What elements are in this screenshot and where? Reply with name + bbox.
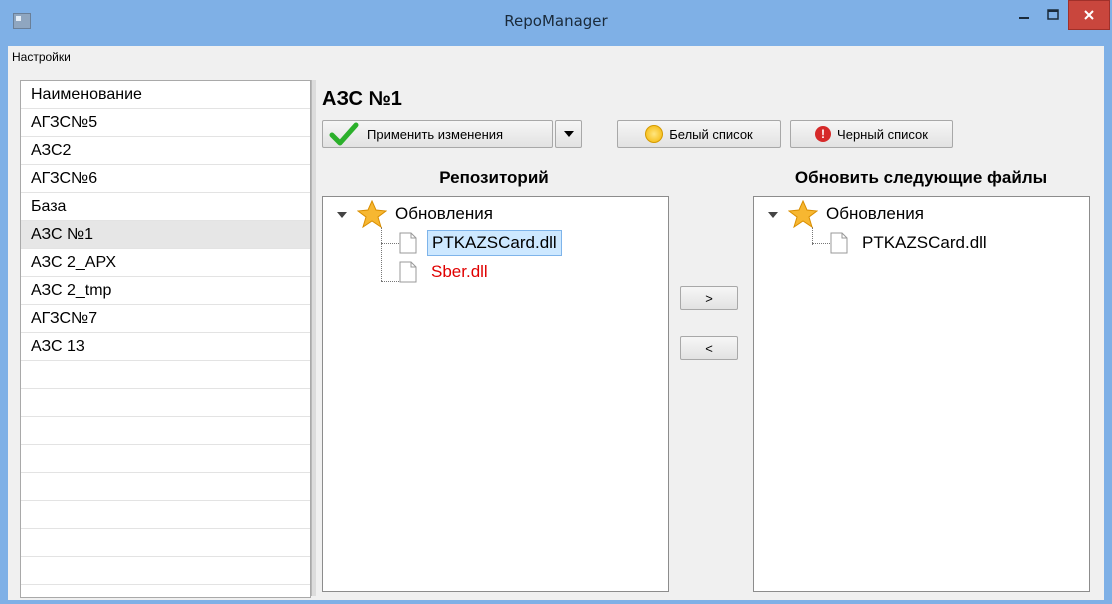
window-title: RepoManager: [504, 12, 608, 30]
empty-row: [21, 529, 310, 557]
list-item-label: АЗС 13: [31, 338, 85, 355]
update-files-header: Обновить следующие файлы: [794, 168, 1048, 187]
tree-root-updates[interactable]: Обновления: [337, 200, 493, 228]
alert-icon: !: [815, 126, 832, 142]
list-item-label: База: [31, 198, 67, 215]
maximize-button[interactable]: [1040, 0, 1066, 30]
list-item-label: АГЗС№5: [31, 114, 98, 131]
repository-header: Репозиторий: [439, 168, 549, 187]
update-files-tree[interactable]: Обновления PTKAZSCard.dll: [753, 196, 1090, 592]
apply-changes-label: Применить изменения: [367, 126, 504, 142]
station-item-azs2[interactable]: АЗС2: [21, 137, 310, 165]
menu-settings[interactable]: Настройки: [12, 50, 71, 64]
file-icon: [399, 261, 417, 283]
empty-row: [21, 557, 310, 585]
black-list-label: Черный список: [837, 126, 928, 142]
empty-row: [21, 389, 310, 417]
close-button[interactable]: [1068, 0, 1110, 30]
app-window: RepoManager Настройки Наименование АГЗС№…: [0, 0, 1112, 604]
column-header-label: Наименование: [31, 86, 142, 103]
list-item-label: АГЗС№7: [31, 310, 98, 327]
station-item-agzs6[interactable]: АГЗС№6: [21, 165, 310, 193]
station-list-header[interactable]: Наименование: [21, 81, 310, 109]
empty-row: [21, 361, 310, 389]
file-icon: [399, 232, 417, 254]
station-item-baza[interactable]: База: [21, 193, 310, 221]
tree-connector: [381, 243, 399, 244]
menu-bar: Настройки: [8, 46, 1104, 71]
list-item-label: АЗС 2_АРХ: [31, 254, 117, 271]
empty-row: [21, 585, 310, 597]
file-label: Sber.dll: [431, 262, 488, 281]
tree-root-label: Обновления: [826, 204, 924, 223]
station-item-azs2-arh[interactable]: АЗС 2_АРХ: [21, 249, 310, 277]
sun-icon: [645, 125, 664, 143]
list-item-label: АГЗС№6: [31, 170, 98, 187]
empty-row: [21, 445, 310, 473]
tree-file-ptkazscard[interactable]: PTKAZSCard.dll: [830, 230, 991, 256]
tree-root-label: Обновления: [395, 204, 493, 223]
station-item-azs1[interactable]: АЗС №1: [21, 221, 310, 249]
station-item-azs2-tmp[interactable]: АЗС 2_tmp: [21, 277, 310, 305]
tree-file-sber[interactable]: Sber.dll: [399, 259, 492, 285]
file-icon: [830, 232, 848, 254]
tree-file-ptkazscard[interactable]: PTKAZSCard.dll: [399, 230, 562, 256]
black-list-button[interactable]: ! Черный список: [790, 120, 953, 148]
star-icon: [788, 200, 818, 228]
minimize-button[interactable]: [1010, 0, 1038, 30]
tree-connector: [381, 281, 399, 282]
file-label: PTKAZSCard.dll: [862, 233, 987, 252]
repository-tree[interactable]: Обновления PTKAZSCard.dll Sber.dll: [322, 196, 669, 592]
expand-arrow-icon[interactable]: [337, 212, 347, 218]
white-list-button[interactable]: Белый список: [617, 120, 781, 148]
title-bar[interactable]: RepoManager: [0, 0, 1112, 44]
empty-row: [21, 417, 310, 445]
expand-arrow-icon[interactable]: [768, 212, 778, 218]
add-to-update-button[interactable]: >: [680, 286, 738, 310]
empty-row: [21, 473, 310, 501]
maximize-icon: [1047, 9, 1059, 20]
remove-from-update-button[interactable]: <: [680, 336, 738, 360]
splitter[interactable]: [311, 80, 316, 596]
chevron-down-icon: [563, 131, 574, 137]
station-item-agzs7[interactable]: АГЗС№7: [21, 305, 310, 333]
station-item-azs13[interactable]: АЗС 13: [21, 333, 310, 361]
list-item-label: АЗС №1: [31, 226, 94, 243]
white-list-label: Белый список: [669, 126, 753, 142]
apply-changes-button[interactable]: Применить изменения: [322, 120, 553, 148]
station-item-agzs5[interactable]: АГЗС№5: [21, 109, 310, 137]
page-title: АЗС №1: [322, 88, 402, 110]
tree-connector: [381, 227, 382, 281]
tree-connector: [812, 243, 830, 244]
list-item-label: АЗС2: [31, 142, 72, 159]
station-list[interactable]: Наименование АГЗС№5 АЗС2 АГЗС№6 База АЗС…: [20, 80, 311, 598]
tree-root-updates[interactable]: Обновления: [768, 200, 924, 228]
close-icon: [1084, 10, 1094, 20]
star-icon: [357, 200, 387, 228]
checkmark-icon: [329, 122, 359, 146]
minimize-icon: [1019, 17, 1029, 19]
list-item-label: АЗС 2_tmp: [31, 282, 112, 299]
file-label: PTKAZSCard.dll: [427, 230, 562, 256]
apply-options-dropdown[interactable]: [555, 120, 582, 148]
empty-row: [21, 501, 310, 529]
